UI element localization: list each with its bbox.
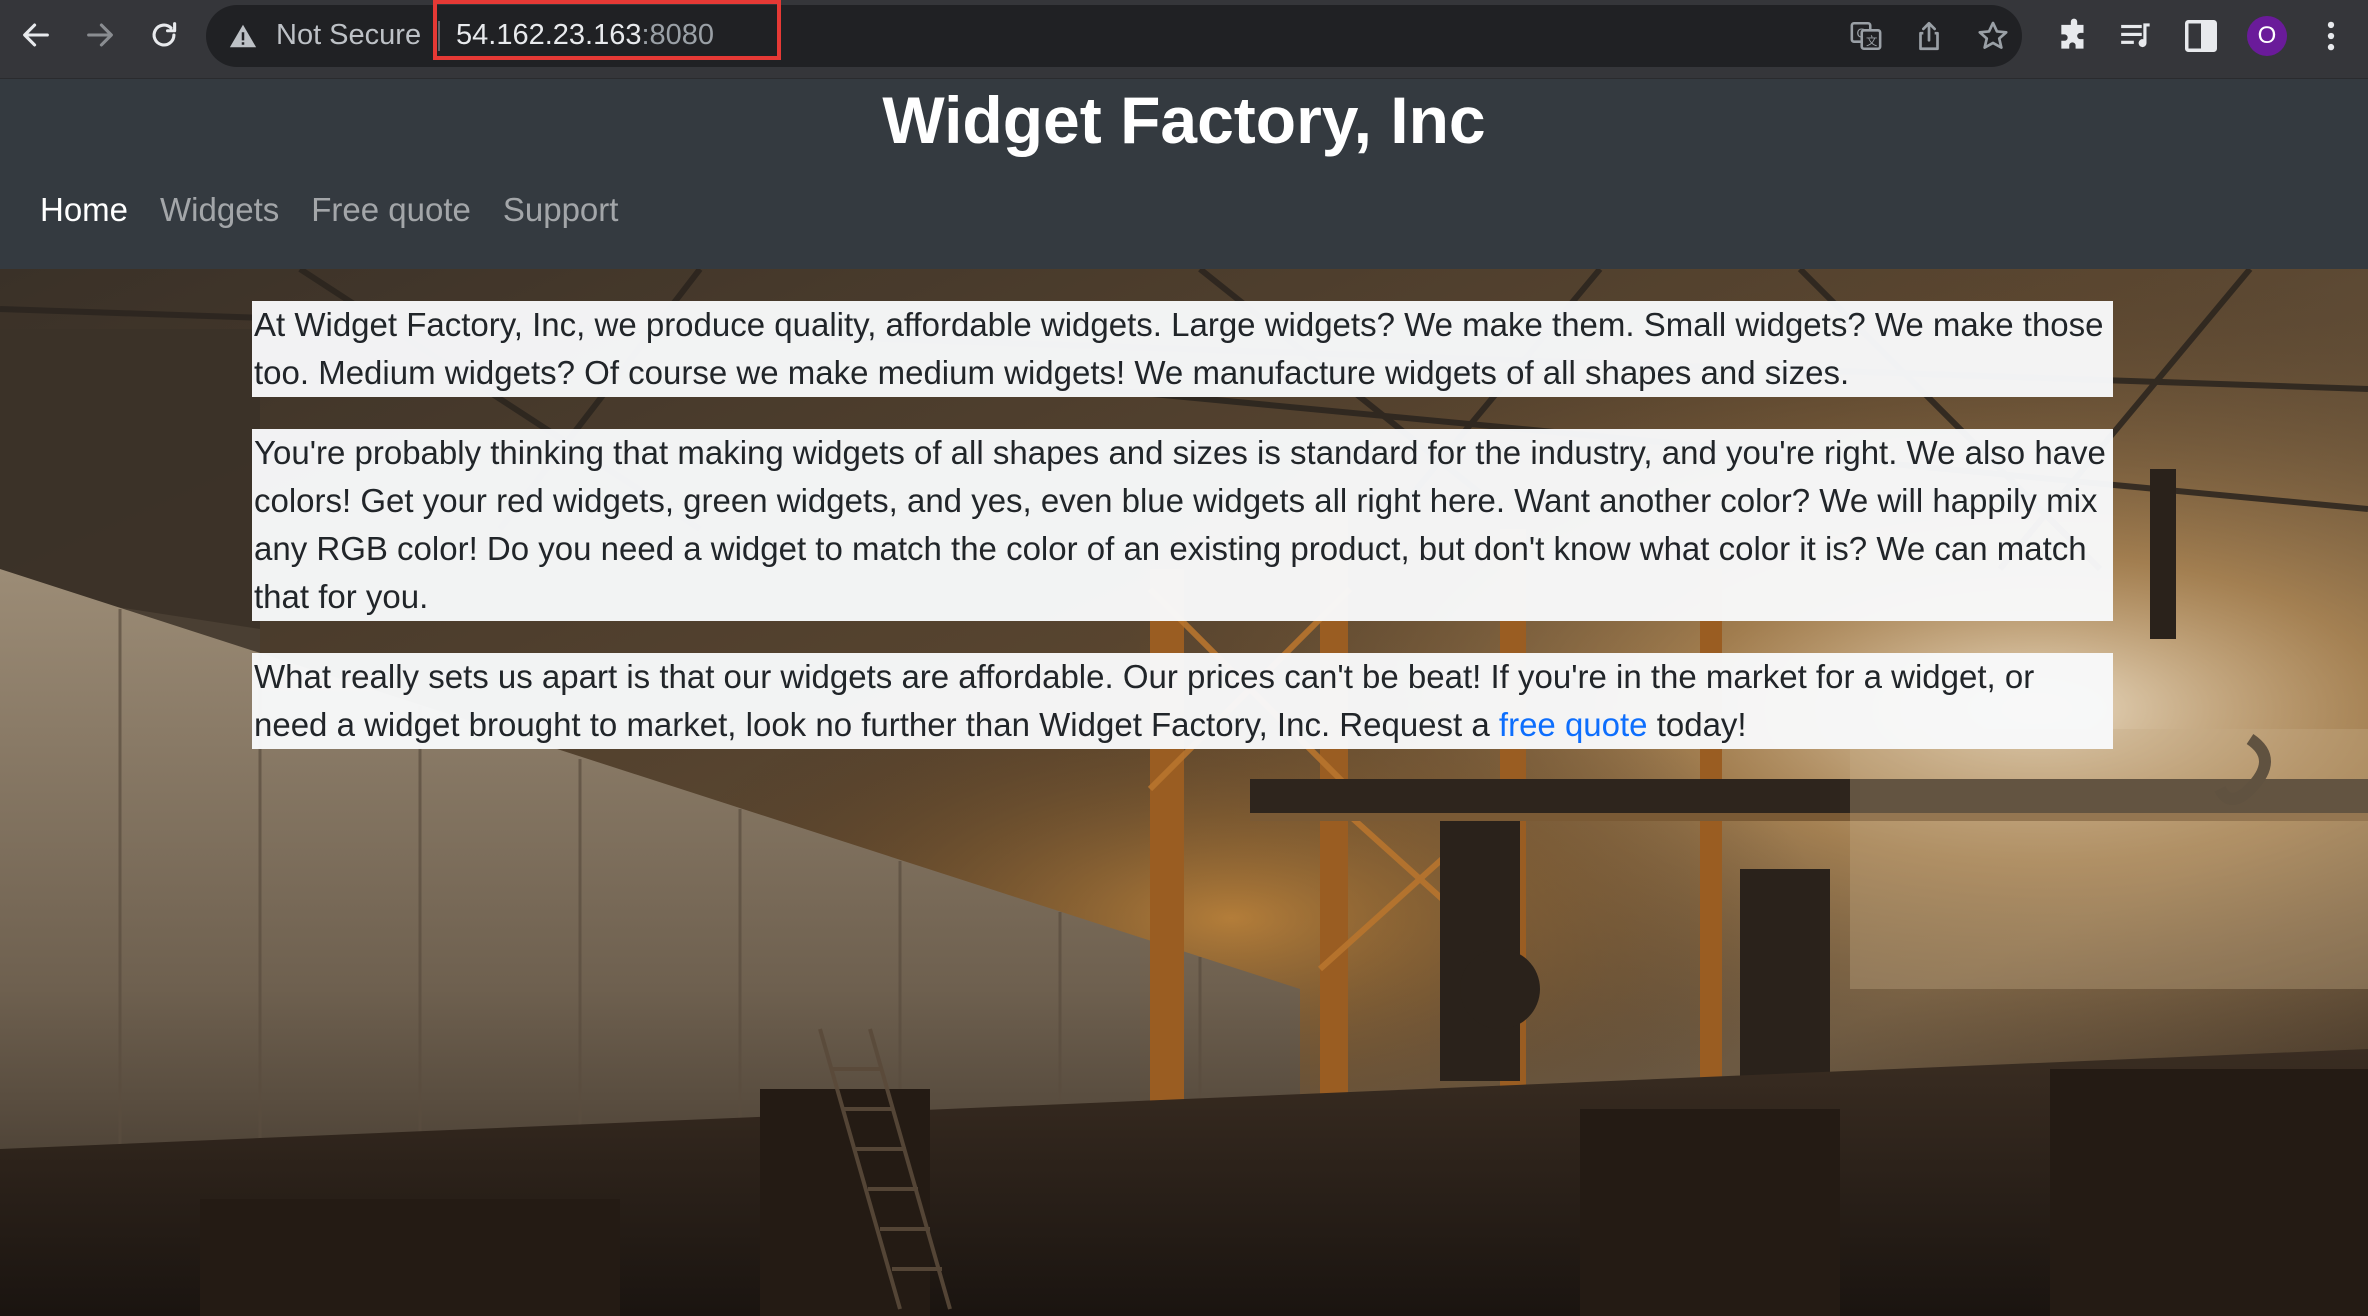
site-nav: Home Widgets Free quote Support xyxy=(40,191,618,229)
url-host: 54.162.23.163 xyxy=(456,19,642,51)
intro-paragraph: At Widget Factory, Inc, we produce quali… xyxy=(252,301,2113,397)
reading-list-icon[interactable] xyxy=(2118,17,2156,55)
arrow-right-icon xyxy=(87,23,113,47)
kebab-menu-icon[interactable] xyxy=(2312,17,2350,55)
arrow-left-icon xyxy=(23,23,49,47)
nav-free-quote[interactable]: Free quote xyxy=(311,191,471,229)
factory-background-image: At Widget Factory, Inc, we produce quali… xyxy=(0,269,2368,1316)
security-status-label[interactable]: Not Secure xyxy=(276,19,421,52)
nav-widgets[interactable]: Widgets xyxy=(160,191,279,229)
site-title: Widget Factory, Inc xyxy=(882,83,1486,157)
svg-text:文: 文 xyxy=(1866,34,1877,48)
reload-button[interactable] xyxy=(142,13,186,57)
url-port: :8080 xyxy=(641,19,715,51)
profile-avatar[interactable]: O xyxy=(2247,16,2287,56)
site-header: Widget Factory, Inc Home Widgets Free qu… xyxy=(0,79,2368,269)
back-button[interactable] xyxy=(14,13,58,57)
nav-support[interactable]: Support xyxy=(503,191,619,229)
reload-icon xyxy=(152,22,177,47)
star-icon[interactable] xyxy=(1976,19,2010,53)
url-text[interactable]: 54.162.23.163:8080 xyxy=(456,19,714,52)
puzzle-icon[interactable] xyxy=(2055,17,2093,55)
forward-button[interactable] xyxy=(78,13,122,57)
pricing-paragraph: What really sets us apart is that our wi… xyxy=(252,653,2113,749)
browser-toolbar: Not Secure 54.162.23.163:8080 G文 O xyxy=(0,0,2368,79)
pricing-text-end: today! xyxy=(1647,706,1747,743)
share-icon[interactable] xyxy=(1912,19,1946,53)
address-bar[interactable]: Not Secure 54.162.23.163:8080 G文 xyxy=(206,0,2022,67)
free-quote-link[interactable]: free quote xyxy=(1499,706,1648,743)
factory-scene xyxy=(0,269,2368,1316)
side-panel-icon[interactable] xyxy=(2182,17,2220,55)
pricing-text: What really sets us apart is that our wi… xyxy=(254,658,2035,743)
nav-home[interactable]: Home xyxy=(40,191,128,229)
colors-paragraph: You're probably thinking that making wid… xyxy=(252,429,2113,621)
warning-triangle-icon xyxy=(229,24,257,48)
translate-icon[interactable]: G文 xyxy=(1849,19,1883,53)
